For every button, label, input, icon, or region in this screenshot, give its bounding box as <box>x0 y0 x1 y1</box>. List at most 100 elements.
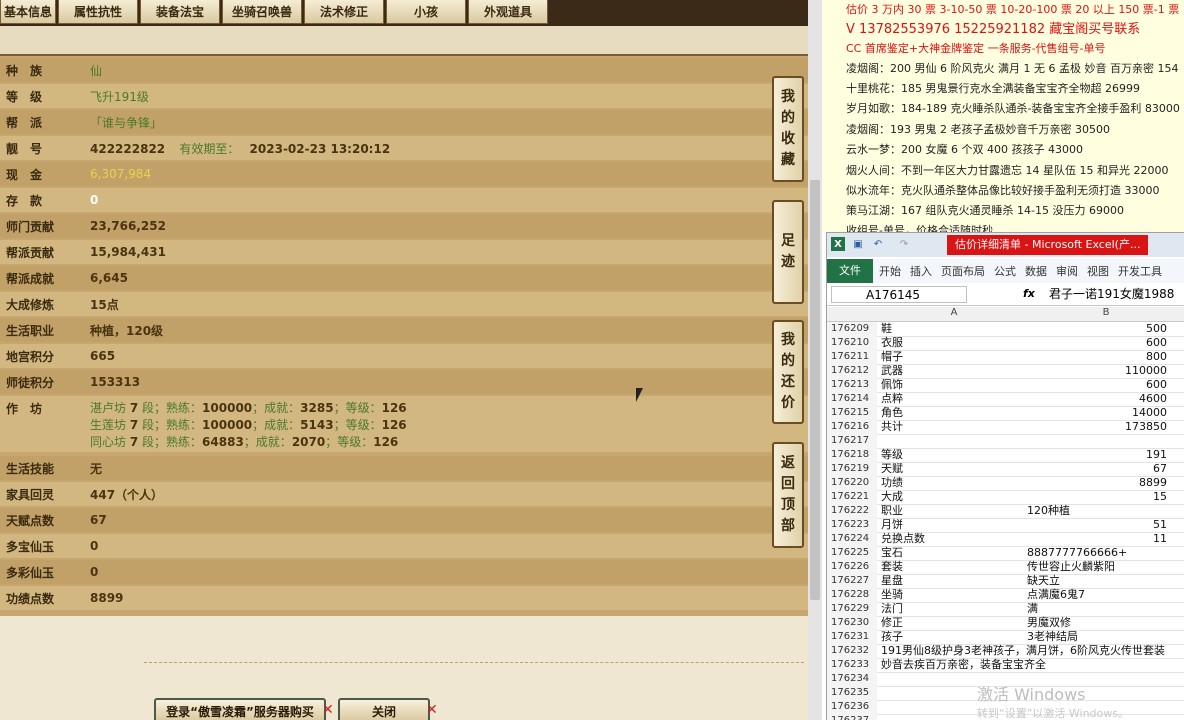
table-row[interactable]: 176233 妙音去疾百万亲密，装备宝宝齐全 <box>827 658 1184 673</box>
save-icon[interactable]: ▣ <box>851 237 865 251</box>
cell-a[interactable]: 妙音去疾百万亲密，装备宝宝齐全 <box>881 658 1181 671</box>
column-b-header[interactable]: B <box>1027 307 1184 318</box>
game-scrollbar[interactable] <box>808 0 822 720</box>
table-row[interactable]: 176212 武器 110000 <box>827 364 1184 379</box>
ribbon-tab-file[interactable]: 文件 <box>827 259 873 283</box>
tab-1[interactable]: 属性抗性 <box>58 0 138 24</box>
cell-b[interactable]: 800 <box>1027 350 1167 363</box>
ribbon-tab-4[interactable]: 数据 <box>1025 263 1047 279</box>
cell-b[interactable]: 4600 <box>1027 392 1167 405</box>
cell-b[interactable]: 51 <box>1027 518 1167 531</box>
table-row[interactable]: 176220 功绩 8899 <box>827 476 1184 491</box>
ribbon-tab-3[interactable]: 公式 <box>994 263 1016 279</box>
row-number[interactable]: 176212 <box>827 364 877 378</box>
undo-icon[interactable]: ↶ <box>871 237 885 251</box>
row-number[interactable]: 176237 <box>827 714 877 720</box>
scrollbar-thumb[interactable] <box>810 180 820 600</box>
cell-b[interactable]: 600 <box>1027 378 1167 391</box>
tab-0[interactable]: 基本信息 <box>0 0 56 24</box>
row-number[interactable]: 176218 <box>827 448 877 462</box>
row-number[interactable]: 176216 <box>827 420 877 434</box>
name-box[interactable]: A176145 <box>831 286 967 303</box>
row-number[interactable]: 176223 <box>827 518 877 532</box>
row-number[interactable]: 176229 <box>827 602 877 616</box>
row-number[interactable]: 176234 <box>827 672 877 686</box>
table-row[interactable]: 176213 佩饰 600 <box>827 378 1184 393</box>
row-number[interactable]: 176236 <box>827 700 877 714</box>
cell-b[interactable]: 15 <box>1027 490 1167 503</box>
row-number[interactable]: 176228 <box>827 588 877 602</box>
row-number[interactable]: 176231 <box>827 630 877 644</box>
side-button-2[interactable]: 我的还价 <box>772 320 804 424</box>
row-number[interactable]: 176227 <box>827 574 877 588</box>
row-number[interactable]: 176232 <box>827 644 877 658</box>
row-number[interactable]: 176235 <box>827 686 877 700</box>
cell-b[interactable]: 173850 <box>1027 420 1167 433</box>
row-number[interactable]: 176221 <box>827 490 877 504</box>
row-number[interactable]: 176230 <box>827 616 877 630</box>
row-number[interactable]: 176213 <box>827 378 877 392</box>
table-row[interactable]: 176209 鞋 500 <box>827 322 1184 337</box>
ribbon-tab-5[interactable]: 审阅 <box>1056 263 1078 279</box>
fx-icon[interactable]: fx <box>1023 287 1035 300</box>
cell-b[interactable]: 8899 <box>1027 476 1167 489</box>
cell-b[interactable]: 191 <box>1027 448 1167 461</box>
table-row[interactable]: 176216 共计 173850 <box>827 420 1184 435</box>
close-button[interactable]: 关闭 <box>338 698 430 720</box>
cell-b[interactable]: 500 <box>1027 322 1167 335</box>
tab-3[interactable]: 坐骑召唤兽 <box>222 0 302 24</box>
row-number[interactable]: 176217 <box>827 434 877 448</box>
table-row[interactable]: 176228 坐骑 点满魔6鬼7 <box>827 588 1184 603</box>
ribbon-tab-0[interactable]: 开始 <box>879 263 901 279</box>
row-number[interactable]: 176219 <box>827 462 877 476</box>
tab-2[interactable]: 装备法宝 <box>140 0 220 24</box>
table-row[interactable]: 176214 点粹 4600 <box>827 392 1184 407</box>
cell-b[interactable]: 600 <box>1027 336 1167 349</box>
tab-6[interactable]: 外观道具 <box>468 0 548 24</box>
table-row[interactable]: 176222 职业 120种植 <box>827 504 1184 519</box>
table-row[interactable]: 176223 月饼 51 <box>827 518 1184 533</box>
side-button-0[interactable]: 我的收藏 <box>772 76 804 182</box>
row-number[interactable]: 176233 <box>827 658 877 672</box>
ribbon-tab-2[interactable]: 页面布局 <box>941 263 985 279</box>
table-row[interactable]: 176217 <box>827 434 1184 449</box>
cell-b[interactable]: 120种植 <box>1027 504 1167 517</box>
tab-5[interactable]: 小孩 <box>386 0 466 24</box>
cell-b[interactable]: 点满魔6鬼7 <box>1027 588 1167 601</box>
cell-b[interactable]: 11 <box>1027 532 1167 545</box>
row-number[interactable]: 176226 <box>827 560 877 574</box>
row-number[interactable]: 176224 <box>827 532 877 546</box>
side-button-1[interactable]: 足迹 <box>772 200 804 304</box>
login-server-buy-button[interactable]: 登录“傲雪凌霜”服务器购买 <box>154 698 326 720</box>
cell-b[interactable]: 8887777766666+ <box>1027 546 1167 559</box>
row-number[interactable]: 176215 <box>827 406 877 420</box>
table-row[interactable]: 176232 191男仙8级护身3老神孩子，满月饼，6阶风克火传世套装 <box>827 644 1184 659</box>
cell-b[interactable]: 满 <box>1027 602 1167 615</box>
cell-b[interactable]: 14000 <box>1027 406 1167 419</box>
table-row[interactable]: 176224 兑换点数 11 <box>827 532 1184 547</box>
ribbon-tab-1[interactable]: 插入 <box>910 263 932 279</box>
table-row[interactable]: 176221 大成 15 <box>827 490 1184 505</box>
cell-b[interactable]: 男魔双修 <box>1027 616 1167 629</box>
column-a-header[interactable]: A <box>881 307 1027 318</box>
table-row[interactable]: 176230 修正 男魔双修 <box>827 616 1184 631</box>
table-row[interactable]: 176226 套装 传世容止火麟紫阳 <box>827 560 1184 575</box>
table-row[interactable]: 176210 衣服 600 <box>827 336 1184 351</box>
formula-content[interactable]: 君子一诺191女魔1988 <box>1049 286 1174 303</box>
cell-a[interactable]: 191男仙8级护身3老神孩子，满月饼，6阶风克火传世套装 <box>881 644 1181 657</box>
ribbon-tab-6[interactable]: 视图 <box>1087 263 1109 279</box>
row-number[interactable]: 176211 <box>827 350 877 364</box>
table-row[interactable]: 176215 角色 14000 <box>827 406 1184 421</box>
tab-4[interactable]: 法术修正 <box>304 0 384 24</box>
table-row[interactable]: 176229 法门满 <box>827 602 1184 617</box>
table-row[interactable]: 176225 宝石 8887777766666+ <box>827 546 1184 561</box>
row-number[interactable]: 176222 <box>827 504 877 518</box>
row-number[interactable]: 176220 <box>827 476 877 490</box>
cell-b[interactable]: 3老神结局 <box>1027 630 1167 643</box>
cell-b[interactable]: 67 <box>1027 462 1167 475</box>
cell-b[interactable]: 传世容止火麟紫阳 <box>1027 560 1167 573</box>
cell-b[interactable]: 缺天立 <box>1027 574 1167 587</box>
table-row[interactable]: 176219 天赋 67 <box>827 462 1184 477</box>
row-number[interactable]: 176210 <box>827 336 877 350</box>
cell-b[interactable]: 110000 <box>1027 364 1167 377</box>
